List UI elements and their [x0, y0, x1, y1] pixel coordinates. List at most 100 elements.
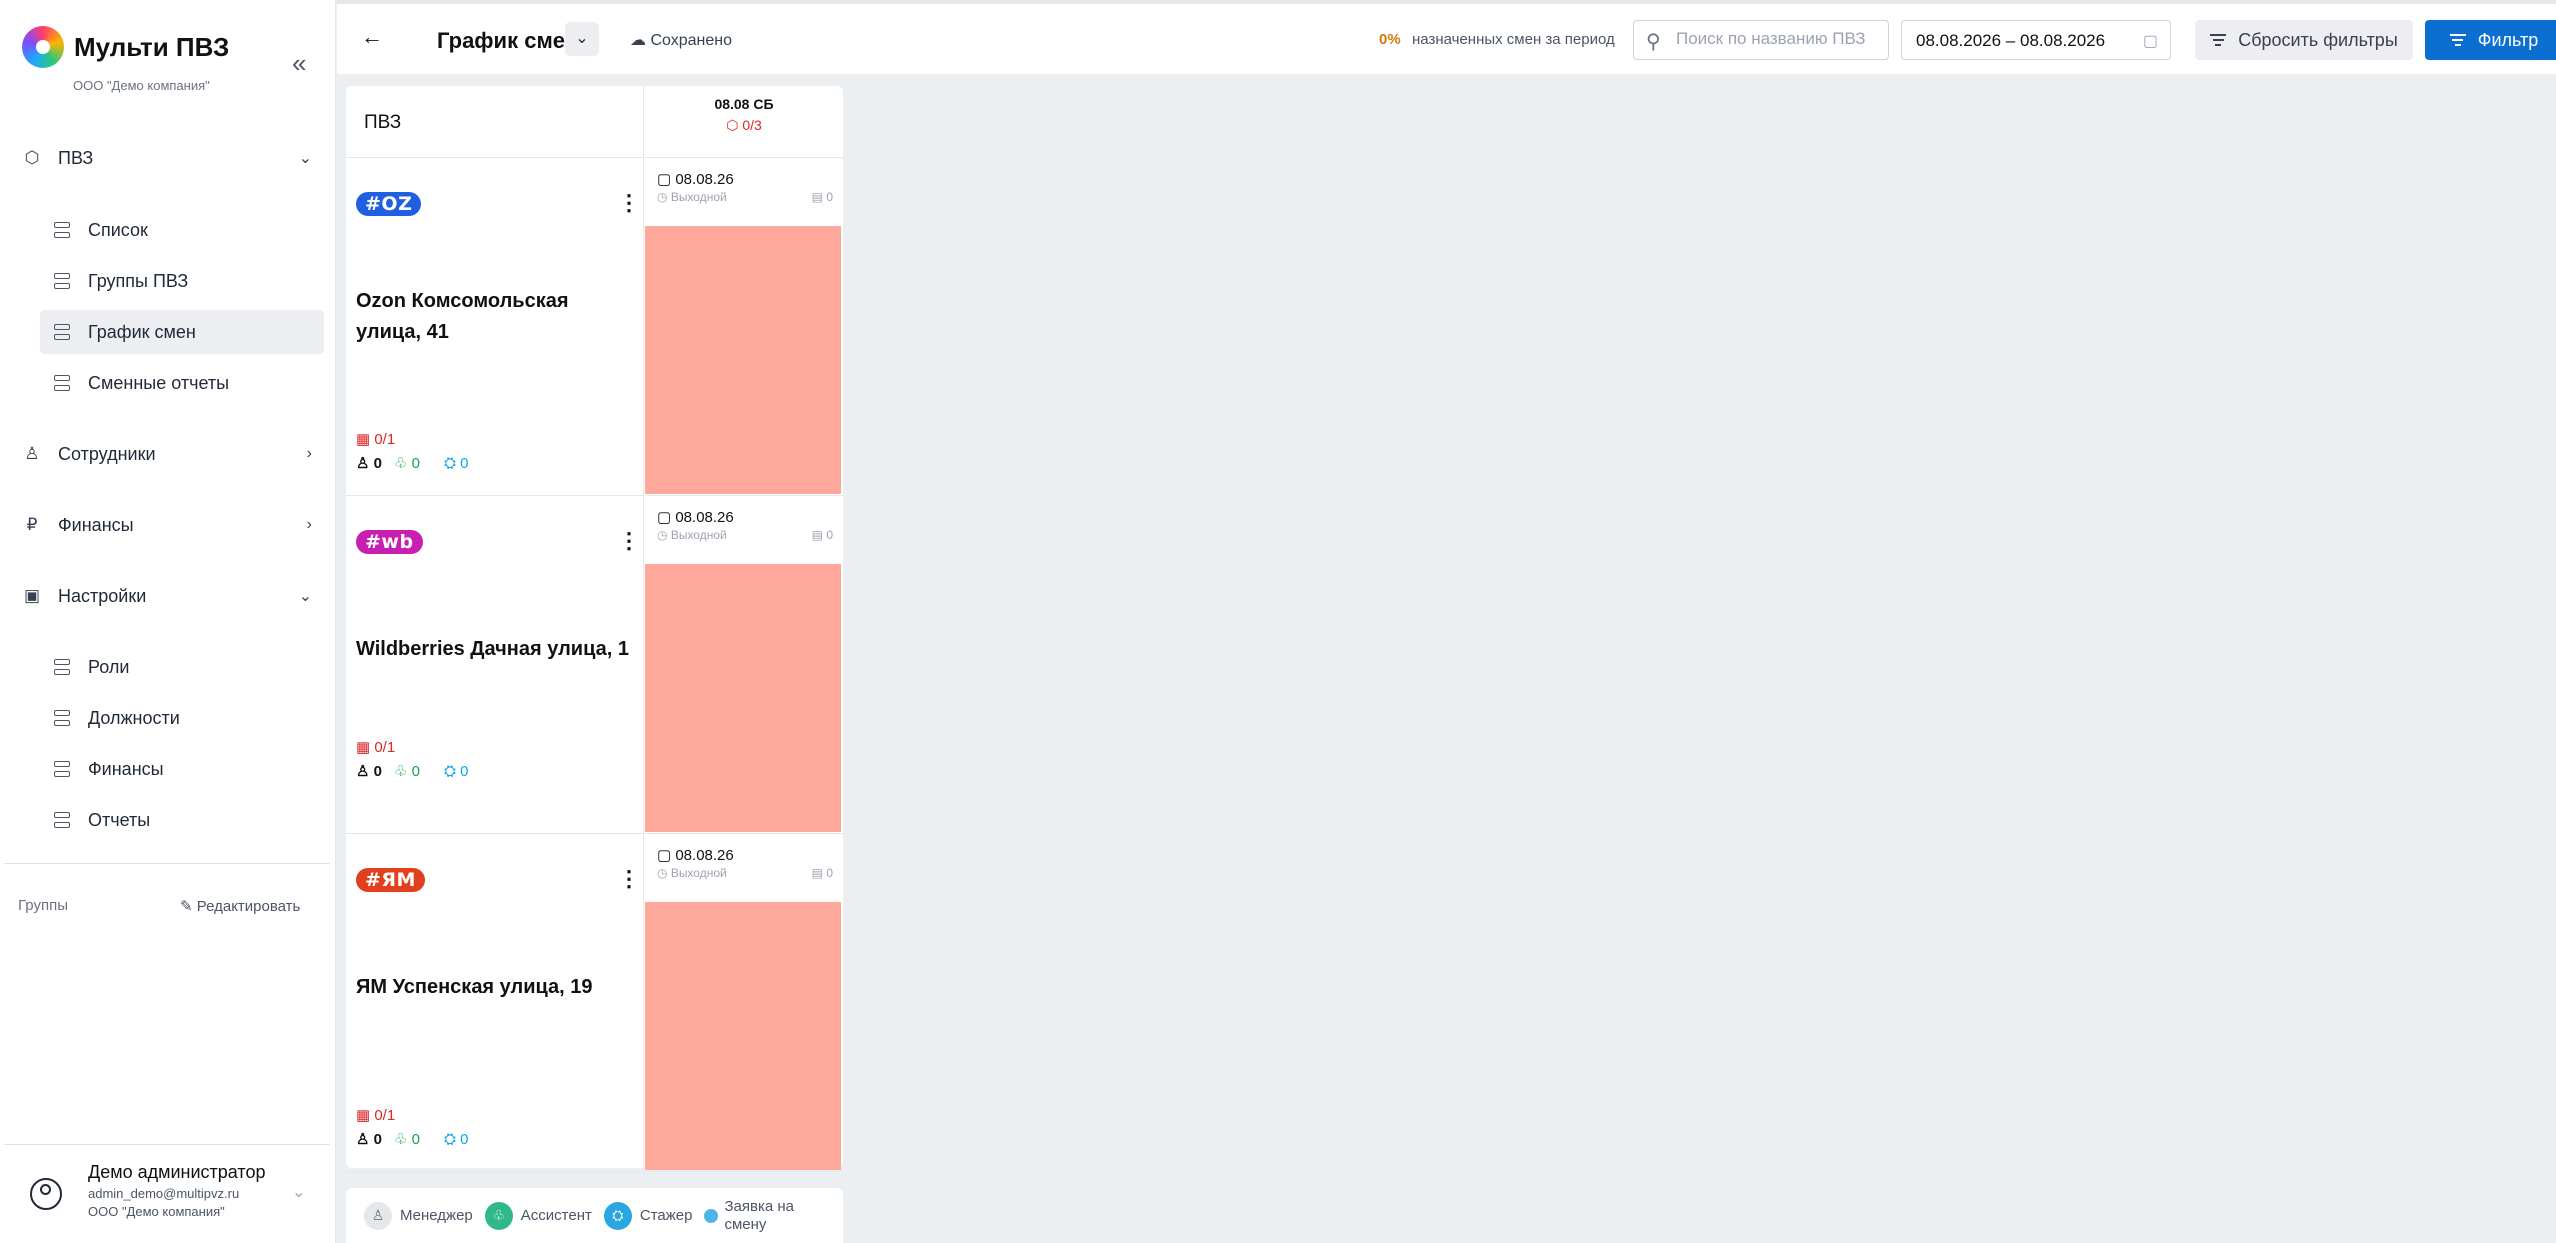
- user-icon: ♙: [24, 444, 40, 463]
- legend-manager: ♙ Менеджер: [364, 1201, 473, 1230]
- assistant-count-value: 0: [411, 1131, 420, 1148]
- sidebar-item-label: Сменные отчеты: [88, 372, 230, 393]
- chevron-down-icon: ⌄: [298, 150, 312, 167]
- chevron-down-icon: ⌄: [298, 588, 312, 605]
- sidebar-divider: [4, 863, 330, 864]
- legend-manager-label: Менеджер: [400, 1207, 473, 1224]
- cloud-icon: ☁: [630, 32, 646, 49]
- trainee-icon: ⛭: [603, 1201, 632, 1230]
- clock-icon: ◷: [657, 866, 671, 880]
- saved-label: Сохранено: [650, 32, 732, 49]
- saved-status: ☁ Сохранено: [630, 30, 732, 50]
- legend: ♙ Менеджер ♧ Ассистент ⛭ Стажер Заявка н…: [346, 1188, 843, 1243]
- groups-label: Группы: [18, 897, 68, 914]
- nav-group-settings[interactable]: ▣ Настройки ⌄: [22, 578, 312, 614]
- app-title: Мульти ПВЗ: [74, 31, 230, 62]
- database-icon: [54, 659, 70, 675]
- sidebar-item-pvz-groups[interactable]: Группы ПВЗ: [40, 259, 324, 303]
- calendar-stat: ▦ 0/1: [356, 430, 395, 448]
- cell-count-value: 0: [826, 528, 833, 542]
- date-range-picker[interactable]: 08.08.2026 – 08.08.2026 ▢: [1901, 20, 2171, 60]
- day-cell[interactable]: ▢ 08.08.26 ◷ Выходной ▤ 0: [645, 496, 843, 834]
- database-icon: [54, 375, 70, 391]
- request-dot-icon: [704, 1208, 719, 1223]
- logo[interactable]: Мульти ПВЗ: [22, 26, 229, 68]
- calendar-stat: ▦ 0/1: [356, 738, 395, 756]
- sidebar-item-list[interactable]: Список: [40, 208, 324, 252]
- nav-group-finance[interactable]: ₽ Финансы ›: [22, 507, 312, 543]
- cell-date-value: 08.08.26: [675, 171, 734, 188]
- cell-count-value: 0: [826, 190, 833, 204]
- assistant-count-value: 0: [411, 455, 420, 472]
- date-range-value: 08.08.2026 – 08.08.2026: [1916, 31, 2106, 50]
- day-cell[interactable]: ▢ 08.08.26 ◷ Выходной ▤ 0: [645, 158, 843, 496]
- sidebar-item-shift-reports[interactable]: Сменные отчеты: [40, 361, 324, 405]
- sidebar-item-label: Финансы: [88, 758, 164, 779]
- cell-count: ▤ 0: [812, 866, 833, 880]
- more-vertical-icon[interactable]: ⋮: [618, 526, 640, 556]
- shift-block[interactable]: [645, 226, 841, 494]
- shift-block[interactable]: [645, 902, 841, 1170]
- pvz-info: #ЯM ⋮ ЯМ Успенская улица, 19 ▦ 0/1 ♙ 0 ♧…: [346, 834, 644, 1172]
- cell-count: ▤ 0: [812, 528, 833, 542]
- more-vertical-icon[interactable]: ⋮: [618, 864, 640, 894]
- calendar-stat-value: 0/1: [374, 739, 396, 756]
- database-icon: [54, 710, 70, 726]
- day-cell[interactable]: ▢ 08.08.26 ◷ Выходной ▤ 0: [645, 834, 843, 1172]
- cell-status-value: Выходной: [670, 528, 727, 542]
- back-arrow-icon[interactable]: ←: [361, 24, 383, 50]
- list-icon: ▤: [811, 528, 827, 542]
- calendar-stat: ▦ 0/1: [356, 1106, 395, 1124]
- shift-block[interactable]: [645, 564, 841, 832]
- sidebar-item-label: Список: [88, 219, 148, 240]
- pvz-name: ЯМ Успенская улица, 19: [356, 976, 593, 998]
- database-icon: [54, 324, 70, 340]
- title-dropdown-button[interactable]: ⌄: [565, 22, 599, 56]
- nav-group-pvz[interactable]: ⬡ ПВЗ ⌄: [22, 140, 312, 176]
- sidebar-item-label: Отчеты: [88, 809, 151, 830]
- user-name: Демо администратор: [88, 1162, 266, 1182]
- header: ← График смен ⌄ ☁ Сохранено 0% назначенн…: [337, 0, 2556, 74]
- collapse-sidebar-button[interactable]: «: [292, 48, 306, 79]
- cell-status-value: Выходной: [670, 190, 727, 204]
- avatar: [30, 1178, 62, 1210]
- calendar-stat-value: 0/1: [374, 431, 396, 448]
- search-input[interactable]: [1676, 29, 1881, 49]
- trainee-count-value: 0: [460, 1130, 469, 1148]
- nav-group-employees[interactable]: ♙ Сотрудники ›: [22, 436, 312, 472]
- filter-label: Фильтр: [2477, 29, 2539, 50]
- calendar-icon: ▢: [2142, 33, 2158, 50]
- calendar-stat-value: 0/1: [374, 1107, 396, 1124]
- user-menu[interactable]: Демо администратор admin_demo@multipvz.r…: [0, 1144, 336, 1243]
- database-icon: [54, 812, 70, 828]
- sidebar-item-reports[interactable]: Отчеты: [40, 798, 324, 842]
- nav-group-label: Настройки: [58, 585, 147, 606]
- sidebar-item-settings-finance[interactable]: Финансы: [40, 747, 324, 791]
- day-count-value: 0/3: [742, 117, 762, 133]
- sidebar-item-roles[interactable]: Роли: [40, 645, 324, 689]
- sidebar-item-label: График смен: [88, 321, 196, 342]
- database-icon: [54, 761, 70, 777]
- filter-button[interactable]: Фильтр: [2425, 20, 2556, 60]
- chevron-right-icon: ›: [306, 516, 312, 533]
- assistant-count: ♧ 0: [393, 763, 420, 780]
- sidebar-item-shift-schedule[interactable]: График смен: [40, 310, 324, 354]
- sidebar-item-positions[interactable]: Должности: [40, 696, 324, 740]
- marketplace-badge: #ЯM: [356, 868, 425, 892]
- calendar-icon: ▦: [356, 1107, 375, 1124]
- cell-date-value: 08.08.26: [675, 509, 734, 526]
- pvz-name: Wildberries Дачная улица, 1: [356, 638, 629, 660]
- list-icon: ▤: [811, 866, 827, 880]
- manager-count: ♙ 0: [356, 455, 382, 472]
- search-field[interactable]: ⚲: [1633, 20, 1889, 60]
- manager-count: ♙ 0: [356, 1131, 382, 1148]
- edit-groups-link[interactable]: ✎ Редактировать: [180, 897, 300, 915]
- clock-icon: ◷: [657, 528, 671, 542]
- reset-filters-button[interactable]: Сбросить фильтры: [2195, 20, 2413, 60]
- assigned-percent-label: назначенных смен за период: [1412, 31, 1615, 48]
- assistant-count: ♧ 0: [393, 1131, 420, 1148]
- more-vertical-icon[interactable]: ⋮: [618, 188, 640, 218]
- role-counts: ♙ 0 ♧ 0 ⛭ 0: [356, 762, 492, 781]
- assigned-percent: 0%: [1379, 31, 1401, 48]
- cell-status: ◷ Выходной: [657, 528, 727, 542]
